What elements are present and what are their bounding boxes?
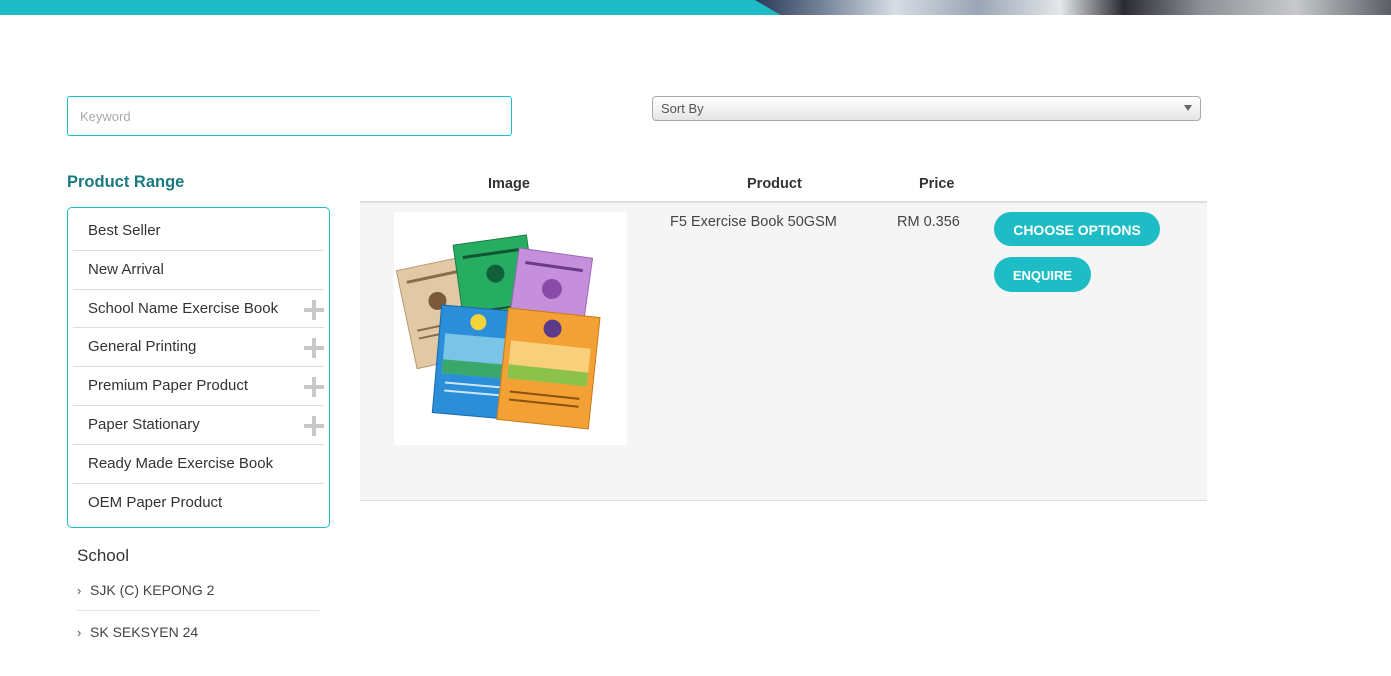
expand-plus-icon[interactable] xyxy=(304,377,324,398)
range-item-label: School Name Exercise Book xyxy=(88,299,279,317)
range-item-school-name-exercise-book[interactable]: School Name Exercise Book xyxy=(73,290,324,329)
range-item-oem-paper-product[interactable]: OEM Paper Product xyxy=(73,484,324,523)
enquire-button[interactable]: ENQUIRE xyxy=(994,257,1091,292)
sort-by-value: Sort By xyxy=(661,101,704,116)
range-item-label: Ready Made Exercise Book xyxy=(88,454,274,472)
school-title: School xyxy=(77,546,129,565)
range-item-new-arrival[interactable]: New Arrival xyxy=(73,251,324,290)
banner-photo xyxy=(755,0,1391,15)
choose-options-button[interactable]: CHOOSE OPTIONS xyxy=(994,212,1160,246)
search-input[interactable] xyxy=(67,96,512,136)
range-item-label: New Arrival xyxy=(88,260,164,278)
expand-plus-icon[interactable] xyxy=(304,415,324,436)
dropdown-arrow-icon xyxy=(1184,105,1192,111)
range-item-paper-stationary[interactable]: Paper Stationary xyxy=(73,406,324,445)
product-image[interactable] xyxy=(394,212,627,445)
chevron-right-icon: › xyxy=(77,583,82,598)
sort-by-select[interactable]: Sort By xyxy=(652,96,1201,121)
expand-plus-icon[interactable] xyxy=(304,299,324,320)
range-item-best-seller[interactable]: Best Seller xyxy=(73,212,324,251)
col-header-image: Image xyxy=(488,176,530,192)
col-header-price: Price xyxy=(919,176,955,192)
chevron-right-icon: › xyxy=(77,625,82,640)
range-item-label: Premium Paper Product xyxy=(88,377,249,395)
product-price: RM 0.356 xyxy=(897,214,960,230)
range-item-general-printing[interactable]: General Printing xyxy=(73,328,324,368)
product-range-list: Best Seller New Arrival School Name Exer… xyxy=(67,207,330,528)
product-table-header: Image Product Price xyxy=(360,170,1207,203)
col-header-product: Product xyxy=(747,176,802,192)
school-link[interactable]: › SJK (C) KEPONG 2 xyxy=(77,572,319,611)
school-label: SK SEKSYEN 24 xyxy=(90,624,199,640)
range-item-label: General Printing xyxy=(88,338,197,356)
range-item-label: Best Seller xyxy=(88,222,161,239)
range-item-ready-made-exercise-book[interactable]: Ready Made Exercise Book xyxy=(73,445,324,484)
school-list: › SJK (C) KEPONG 2 › SK SEKSYEN 24 xyxy=(77,572,319,653)
range-item-label: OEM Paper Product xyxy=(88,493,223,511)
exercise-books-image xyxy=(395,234,601,430)
range-item-label: Paper Stationary xyxy=(88,415,200,433)
school-link[interactable]: › SK SEKSYEN 24 xyxy=(77,614,319,653)
product-name[interactable]: F5 Exercise Book 50GSM xyxy=(670,214,837,230)
product-range-title: Product Range xyxy=(67,173,185,191)
range-item-premium-paper-product[interactable]: Premium Paper Product xyxy=(73,367,324,406)
school-label: SJK (C) KEPONG 2 xyxy=(90,582,215,598)
table-row: F5 Exercise Book 50GSM RM 0.356 CHOOSE O… xyxy=(360,203,1207,501)
expand-plus-icon[interactable] xyxy=(304,338,324,359)
